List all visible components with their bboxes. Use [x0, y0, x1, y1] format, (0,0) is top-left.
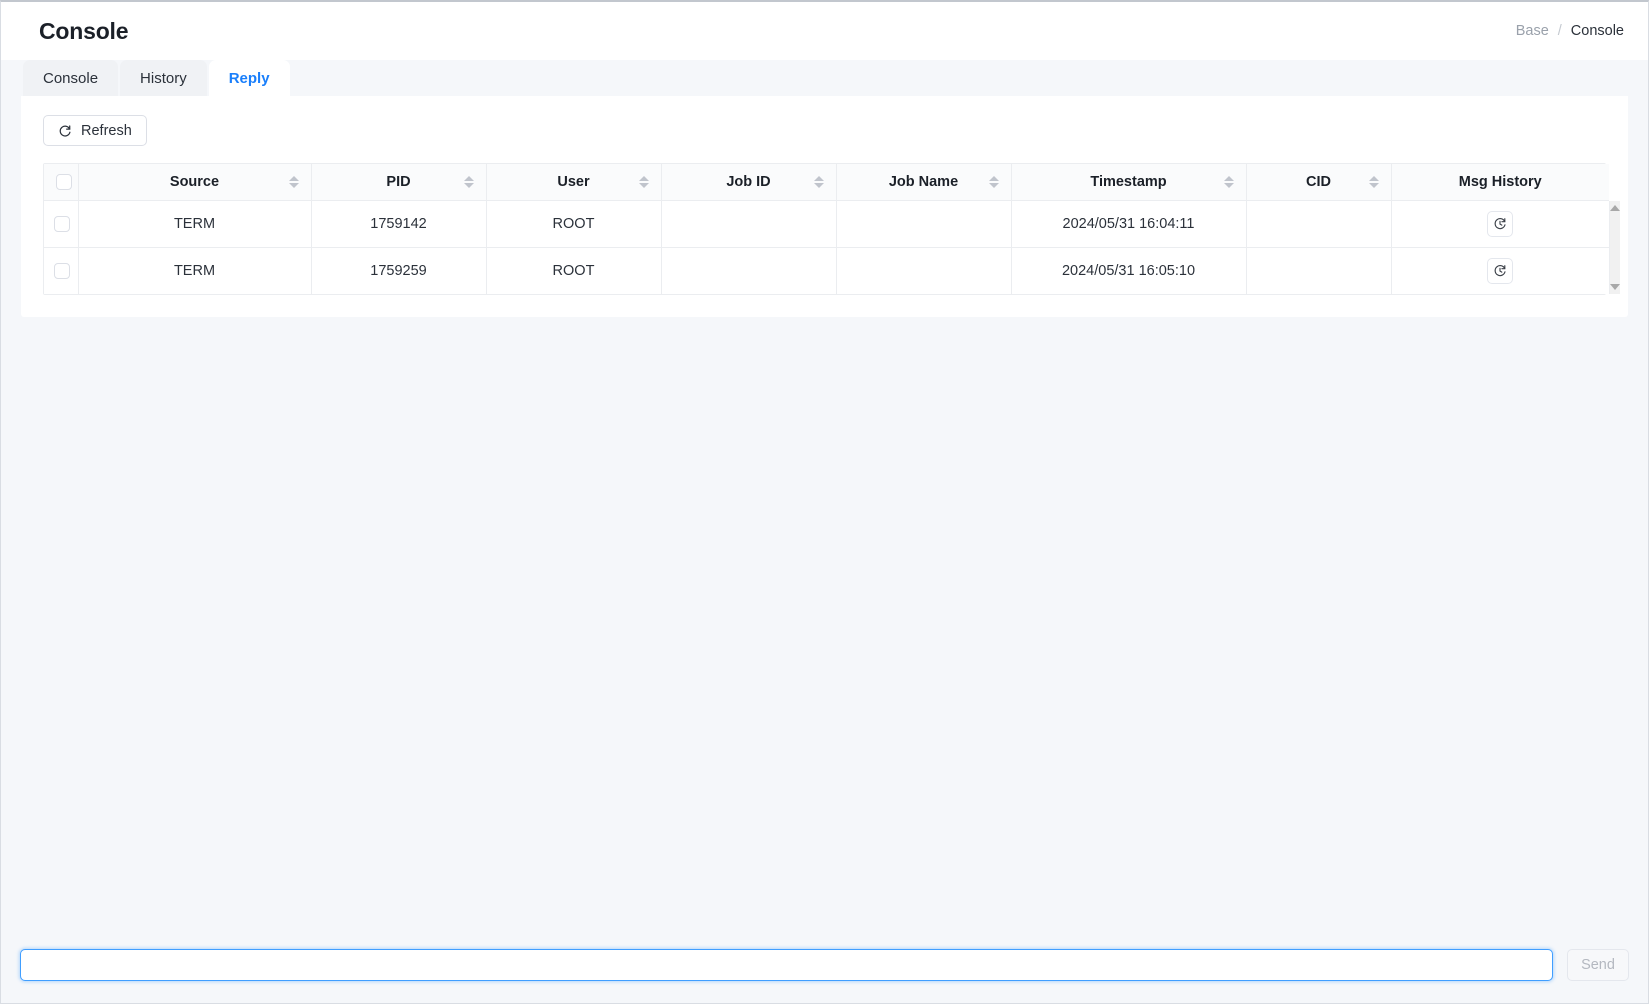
breadcrumb-item-console: Console: [1571, 23, 1624, 39]
column-header-pid[interactable]: PID: [311, 164, 486, 200]
column-header-user[interactable]: User: [486, 164, 661, 200]
msg-history-button[interactable]: [1487, 211, 1513, 237]
table-header-row: Source PID User: [44, 164, 1609, 200]
column-header-job-id[interactable]: Job ID: [661, 164, 836, 200]
cell-source: TERM: [78, 247, 311, 294]
column-label-timestamp: Timestamp: [1090, 174, 1166, 190]
table-row[interactable]: TERM 1759142 ROOT 2024/05/31 16:04:11: [44, 200, 1609, 247]
cell-job-name: [836, 200, 1011, 247]
row-checkbox[interactable]: [54, 216, 70, 232]
sort-source-icon[interactable]: [289, 176, 299, 188]
reply-table: Source PID User: [44, 164, 1609, 294]
cell-cid: [1246, 247, 1391, 294]
cell-timestamp: 2024/05/31 16:04:11: [1011, 200, 1246, 247]
tab-bar: Console History Reply: [1, 60, 1648, 96]
cell-source: TERM: [78, 200, 311, 247]
column-header-msg-history: Msg History: [1391, 164, 1609, 200]
column-label-user: User: [557, 174, 589, 190]
column-header-timestamp[interactable]: Timestamp: [1011, 164, 1246, 200]
column-label-source: Source: [170, 174, 219, 190]
message-composer: Send: [1, 941, 1648, 1003]
console-page: Console Base / Console Console History R…: [0, 0, 1649, 1004]
cell-pid: 1759142: [311, 200, 486, 247]
caret-down-icon[interactable]: [1610, 284, 1620, 290]
column-label-cid: CID: [1306, 174, 1331, 190]
send-button[interactable]: Send: [1567, 949, 1629, 981]
clock-history-icon: [1493, 264, 1507, 278]
column-header-source[interactable]: Source: [78, 164, 311, 200]
table-row[interactable]: TERM 1759259 ROOT 2024/05/31 16:05:10: [44, 247, 1609, 294]
cell-user: ROOT: [486, 200, 661, 247]
column-label-pid: PID: [386, 174, 410, 190]
row-select-cell: [44, 247, 78, 294]
sort-job-id-icon[interactable]: [814, 176, 824, 188]
sort-user-icon[interactable]: [639, 176, 649, 188]
column-label-job-name: Job Name: [889, 174, 958, 190]
sort-cid-icon[interactable]: [1369, 176, 1379, 188]
cell-job-id: [661, 200, 836, 247]
column-header-job-name[interactable]: Job Name: [836, 164, 1011, 200]
sort-timestamp-icon[interactable]: [1224, 176, 1234, 188]
table-head: Source PID User: [44, 164, 1609, 200]
sort-job-name-icon[interactable]: [989, 176, 999, 188]
breadcrumb-separator: /: [1558, 23, 1562, 39]
content-spacer: [1, 317, 1648, 941]
cell-msg-history: [1391, 200, 1609, 247]
column-label-msg-history: Msg History: [1459, 174, 1542, 190]
msg-history-button[interactable]: [1487, 258, 1513, 284]
page-title: Console: [39, 18, 128, 45]
refresh-button[interactable]: Refresh: [43, 115, 147, 146]
tab-console[interactable]: Console: [23, 60, 118, 96]
cell-job-name: [836, 247, 1011, 294]
breadcrumb: Base / Console: [1516, 23, 1624, 39]
cell-timestamp: 2024/05/31 16:05:10: [1011, 247, 1246, 294]
select-all-checkbox[interactable]: [56, 174, 72, 190]
cell-msg-history: [1391, 247, 1609, 294]
column-label-job-id: Job ID: [726, 174, 770, 190]
toolbar: Refresh: [43, 115, 1606, 146]
row-select-cell: [44, 200, 78, 247]
cell-user: ROOT: [486, 247, 661, 294]
reply-panel: Refresh Source: [21, 96, 1628, 317]
table-body: TERM 1759142 ROOT 2024/05/31 16:04:11: [44, 200, 1609, 294]
row-checkbox[interactable]: [54, 263, 70, 279]
cell-cid: [1246, 200, 1391, 247]
caret-up-icon[interactable]: [1610, 205, 1620, 211]
refresh-button-label: Refresh: [81, 123, 132, 139]
cell-job-id: [661, 247, 836, 294]
message-input[interactable]: [20, 949, 1553, 981]
reply-table-container: Source PID User: [43, 163, 1606, 295]
page-header: Console Base / Console: [1, 2, 1648, 60]
column-header-cid[interactable]: CID: [1246, 164, 1391, 200]
sort-pid-icon[interactable]: [464, 176, 474, 188]
refresh-circle-icon: [58, 124, 72, 138]
tab-history[interactable]: History: [120, 60, 207, 96]
breadcrumb-item-base[interactable]: Base: [1516, 23, 1549, 39]
cell-pid: 1759259: [311, 247, 486, 294]
select-all-header: [44, 164, 78, 200]
table-vertical-scrollbar[interactable]: [1609, 201, 1620, 294]
clock-history-icon: [1493, 217, 1507, 231]
tab-reply[interactable]: Reply: [209, 60, 290, 96]
